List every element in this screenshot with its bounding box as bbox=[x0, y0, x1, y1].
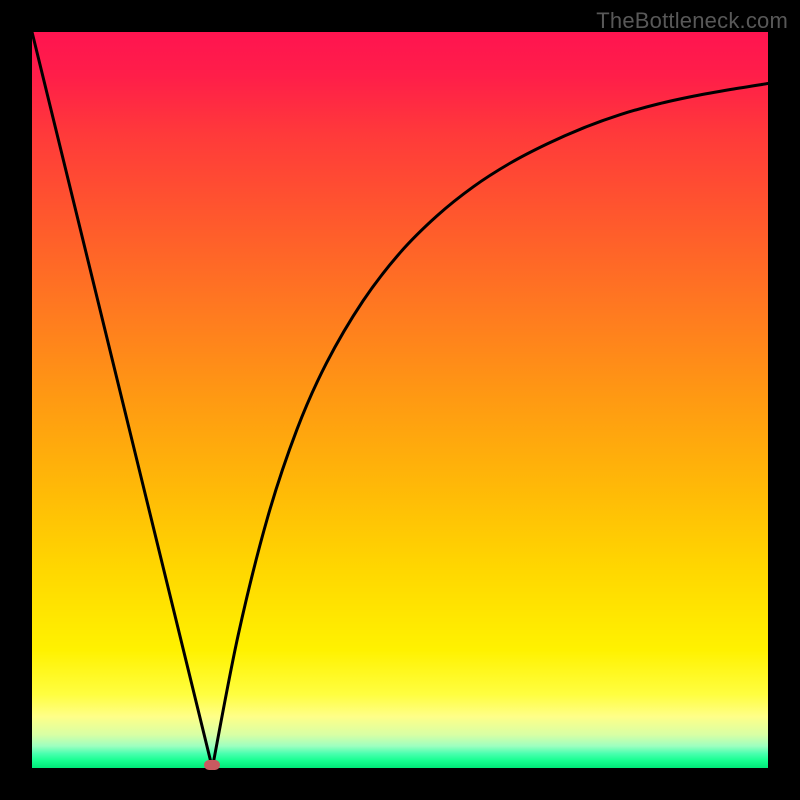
watermark-text: TheBottleneck.com bbox=[596, 8, 788, 34]
chart-plot-area bbox=[32, 32, 768, 768]
minimum-point-marker bbox=[204, 760, 220, 770]
chart-curve-svg bbox=[32, 32, 768, 768]
chart-frame: TheBottleneck.com bbox=[0, 0, 800, 800]
chart-curve-path bbox=[32, 32, 768, 768]
